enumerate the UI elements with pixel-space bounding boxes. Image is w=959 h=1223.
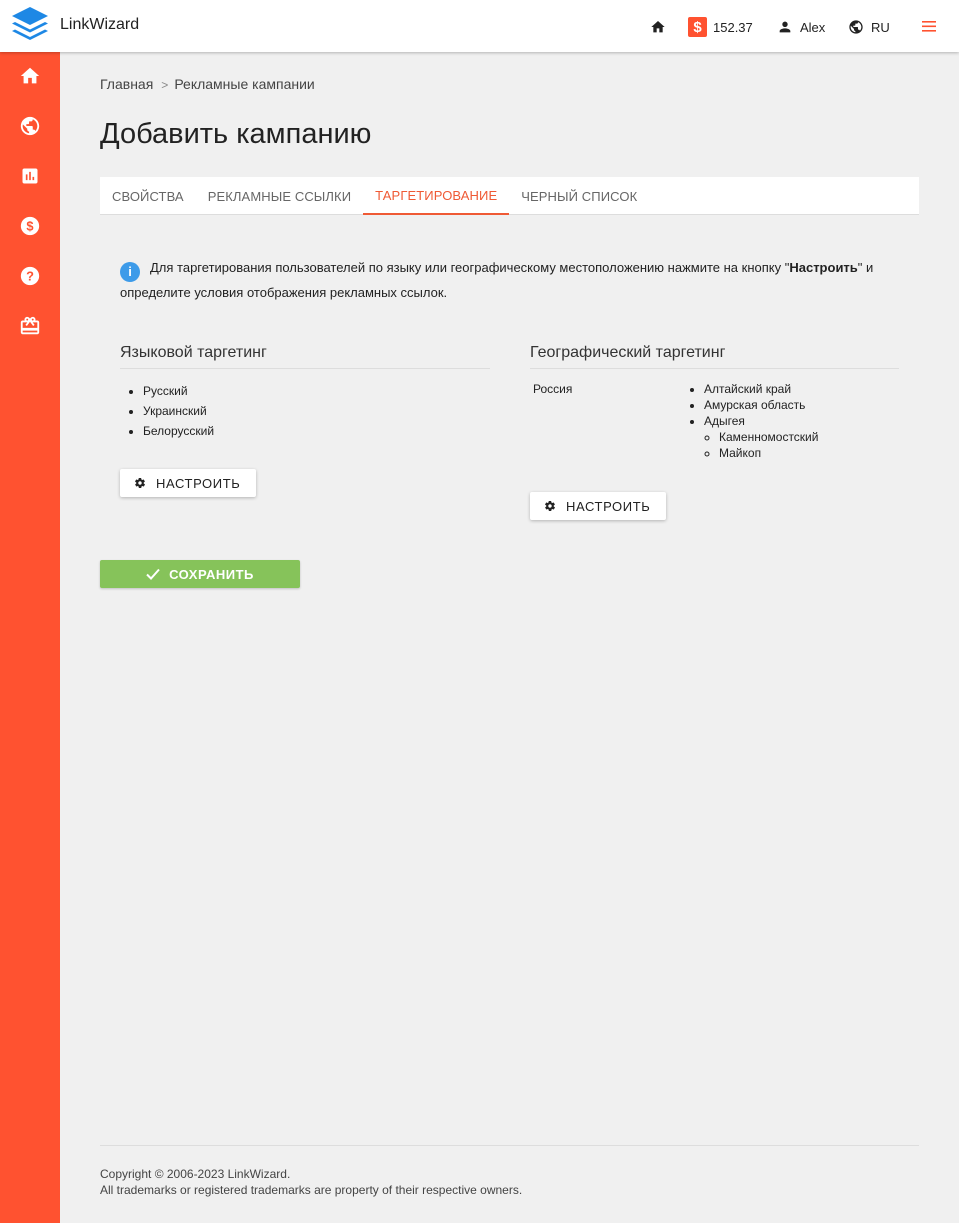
configure-language-label: НАСТРОИТЬ: [156, 475, 241, 491]
info-message: i Для таргетирования пользователей по язы…: [120, 257, 910, 304]
sidebar: $ ?: [0, 52, 60, 1223]
list-item: Белорусский: [143, 421, 490, 441]
list-item: Украинский: [143, 401, 490, 421]
tab-blacklist[interactable]: ЧЕРНЫЙ СПИСОК: [509, 177, 649, 215]
user-name: Alex: [800, 19, 826, 35]
svg-text:?: ?: [26, 269, 34, 284]
gift-icon: [20, 316, 40, 335]
layers-logo-icon[interactable]: [10, 5, 50, 47]
dollar-icon: $: [688, 17, 707, 37]
hamburger-menu-icon[interactable]: [922, 21, 936, 32]
globe-icon: [20, 116, 40, 136]
balance-value: 152.37: [713, 19, 753, 35]
geo-targeting-title: Географический таргетинг: [530, 344, 899, 369]
configure-geo-label: НАСТРОИТЬ: [566, 498, 651, 514]
configure-language-button[interactable]: НАСТРОИТЬ: [120, 469, 257, 497]
footer: Copyright © 2006-2023 LinkWizard. All tr…: [100, 1145, 919, 1198]
check-icon: [146, 568, 160, 580]
list-item: Каменномостский: [719, 429, 818, 445]
breadcrumb-separator: >: [161, 78, 169, 92]
info-text-before: Для таргетирования пользователей по язык…: [150, 260, 790, 275]
svg-text:$: $: [26, 219, 33, 234]
tab-bar: СВОЙСТВА РЕКЛАМНЫЕ ССЫЛКИ ТАРГЕТИРОВАНИЕ…: [100, 177, 919, 215]
list-item: Русский: [143, 381, 490, 401]
breadcrumb-current[interactable]: Рекламные кампании: [174, 76, 314, 92]
list-item: Адыгея Каменномостский Майкоп: [704, 413, 818, 461]
list-item: Амурская область: [704, 397, 818, 413]
dollar-icon: $: [20, 216, 40, 236]
save-label: СОХРАНИТЬ: [169, 566, 254, 582]
home-icon[interactable]: [650, 19, 666, 35]
balance[interactable]: $ 152.37: [688, 17, 753, 37]
sidebar-item-home[interactable]: [19, 65, 41, 87]
top-bar: LinkWizard $ 152.37 Alex RU: [0, 0, 959, 52]
breadcrumb: Главная > Рекламные кампании: [100, 76, 315, 92]
bar-chart-icon: [22, 168, 38, 184]
region-label: Адыгея: [704, 414, 745, 428]
app-name[interactable]: LinkWizard: [60, 16, 139, 34]
sidebar-item-gifts[interactable]: [19, 315, 41, 337]
language-targeting-section: Языковой таргетинг Русский Украинский Бе…: [120, 344, 490, 441]
language-list: Русский Украинский Белорусский: [120, 381, 490, 441]
home-icon: [20, 67, 40, 84]
tab-properties[interactable]: СВОЙСТВА: [100, 177, 196, 215]
sidebar-item-statistics[interactable]: [19, 165, 41, 187]
tab-targeting[interactable]: ТАРГЕТИРОВАНИЕ: [363, 177, 510, 215]
footer-copyright: Copyright © 2006-2023 LinkWizard.: [100, 1167, 291, 1181]
geo-targeting-section: Географический таргетинг Россия Алтайски…: [530, 344, 899, 461]
breadcrumb-home-link[interactable]: Главная: [100, 76, 153, 92]
sidebar-item-finance[interactable]: $: [19, 215, 41, 237]
gear-icon: [545, 501, 555, 511]
geo-row: Россия Алтайский край Амурская область А…: [530, 381, 899, 461]
footer-trademarks: All trademarks or registered trademarks …: [100, 1183, 523, 1197]
tab-ad-links[interactable]: РЕКЛАМНЫЕ ССЫЛКИ: [196, 177, 363, 215]
list-item: Алтайский край: [704, 381, 818, 397]
configure-geo-button[interactable]: НАСТРОИТЬ: [530, 492, 667, 520]
language-code: RU: [871, 19, 890, 35]
help-icon: ?: [20, 266, 40, 286]
user-menu[interactable]: Alex: [777, 19, 825, 35]
language-selector[interactable]: RU: [848, 19, 890, 35]
sidebar-item-globe[interactable]: [19, 115, 41, 137]
info-text-bold: Настроить: [789, 260, 858, 275]
person-icon: [779, 21, 791, 33]
sidebar-item-help[interactable]: ?: [19, 265, 41, 287]
region-list: Алтайский край Амурская область Адыгея К…: [678, 381, 818, 461]
info-icon: i: [120, 262, 140, 282]
page-title: Добавить кампанию: [100, 118, 372, 150]
city-list: Каменномостский Майкоп: [704, 429, 818, 461]
geo-country: Россия: [533, 382, 573, 396]
save-button[interactable]: СОХРАНИТЬ: [100, 560, 300, 588]
gear-icon: [135, 478, 145, 488]
list-item: Майкоп: [719, 445, 818, 461]
language-targeting-title: Языковой таргетинг: [120, 344, 490, 369]
globe-icon: [849, 20, 863, 34]
